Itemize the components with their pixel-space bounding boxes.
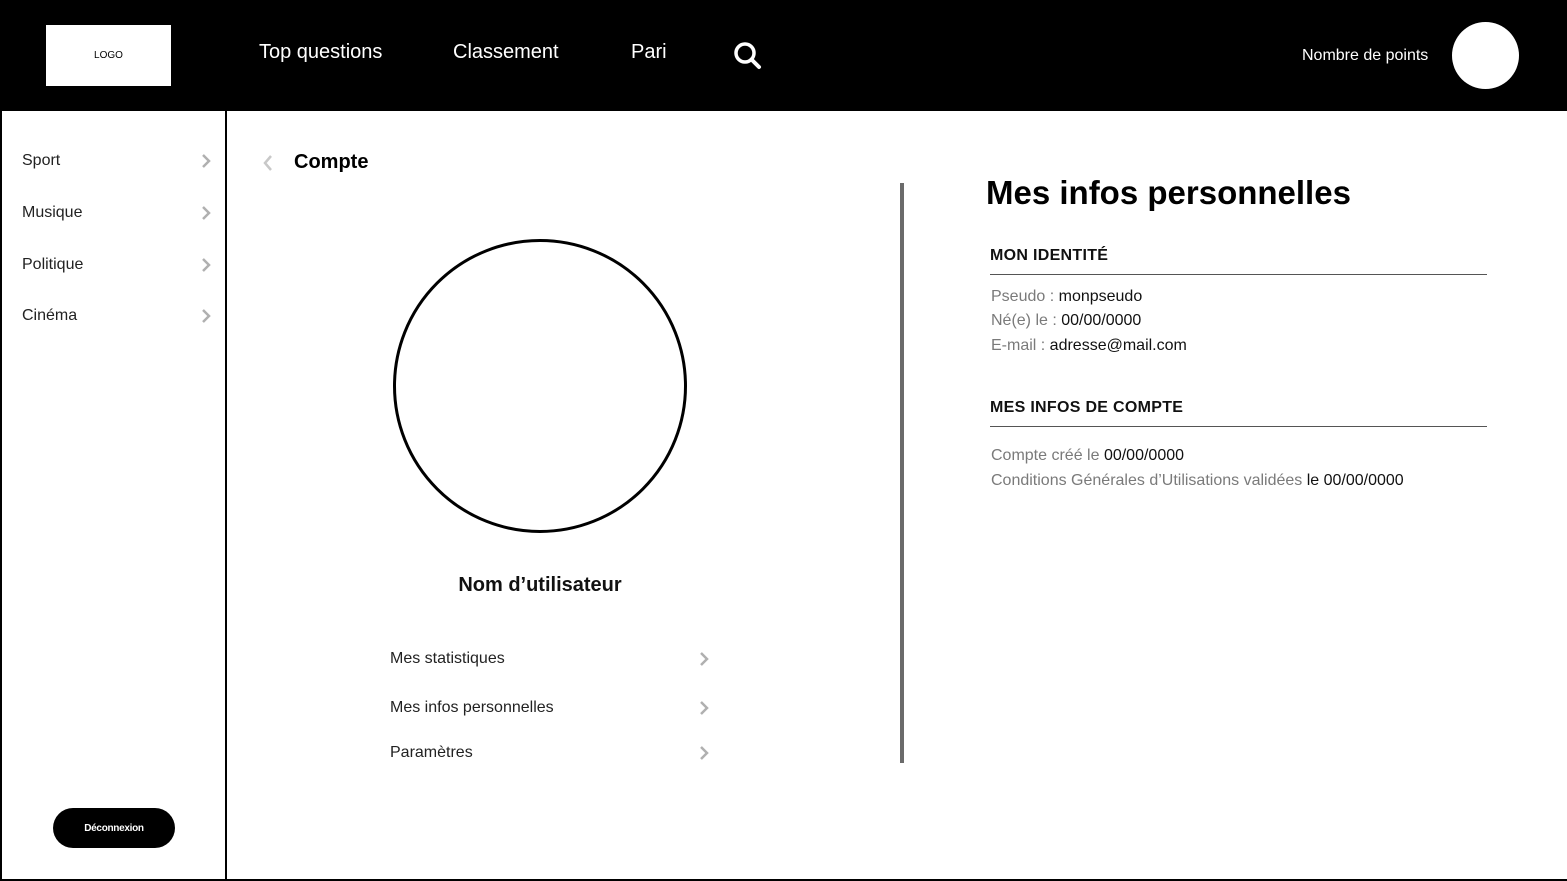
identity-heading: MON IDENTITÉ xyxy=(990,247,1109,264)
chevron-right-icon xyxy=(700,701,709,715)
pseudo-row: Pseudo : monpseudo xyxy=(991,288,1142,306)
account-info-divider xyxy=(990,426,1487,427)
sidebar-item-label: Politique xyxy=(22,256,84,273)
birthdate-row: Né(e) le : 00/00/0000 xyxy=(991,312,1141,330)
created-value: 00/00/0000 xyxy=(1103,447,1185,464)
sidebar-item-cinema[interactable]: Cinéma xyxy=(22,301,212,331)
chevron-right-icon xyxy=(202,309,211,323)
chevron-right-icon xyxy=(202,258,211,272)
sidebar-item-label: Sport xyxy=(22,152,61,169)
chevron-right-icon xyxy=(700,652,709,666)
section-title: Mes infos personnelles xyxy=(986,174,1351,211)
vertical-divider xyxy=(900,183,904,763)
cgu-label: Conditions Générales d’Utilisations vali… xyxy=(991,472,1307,489)
created-label: Compte créé le xyxy=(991,447,1104,464)
sidebar: Sport Musique Politique Cinéma Déconnexi… xyxy=(0,111,227,881)
sidebar-item-musique[interactable]: Musique xyxy=(22,198,212,228)
email-row: E-mail : adresse@mail.com xyxy=(991,337,1187,355)
menu-item-infos-personnelles[interactable]: Mes infos personnelles xyxy=(390,695,710,721)
sidebar-item-label: Musique xyxy=(22,204,83,221)
sidebar-item-label: Cinéma xyxy=(22,307,78,324)
menu-item-label: Mes infos personnelles xyxy=(390,699,554,716)
points-label: Nombre de points xyxy=(1302,47,1429,64)
logo[interactable]: LOGO xyxy=(46,25,171,86)
cgu-value: le 00/00/0000 xyxy=(1306,472,1404,489)
chevron-right-icon xyxy=(202,206,211,220)
profile-picture[interactable] xyxy=(393,239,687,533)
nav-classement[interactable]: Classement xyxy=(453,41,559,64)
pseudo-value: monpseudo xyxy=(1058,288,1143,305)
email-value: adresse@mail.com xyxy=(1049,337,1187,354)
page-title: Compte xyxy=(294,151,369,173)
nav-pari[interactable]: Pari xyxy=(631,41,667,64)
avatar[interactable] xyxy=(1452,22,1519,89)
account-info-heading: MES INFOS DE COMPTE xyxy=(990,399,1184,416)
birthdate-label: Né(e) le : xyxy=(991,312,1062,329)
menu-item-parametres[interactable]: Paramètres xyxy=(390,740,710,766)
created-row: Compte créé le 00/00/0000 xyxy=(991,447,1184,465)
menu-item-label: Paramètres xyxy=(390,744,473,761)
search-icon[interactable] xyxy=(732,40,762,70)
menu-item-label: Mes statistiques xyxy=(390,650,505,667)
pseudo-label: Pseudo : xyxy=(991,288,1059,305)
logout-button[interactable]: Déconnexion xyxy=(53,808,175,848)
chevron-right-icon xyxy=(202,154,211,168)
birthdate-value: 00/00/0000 xyxy=(1061,312,1142,329)
chevron-right-icon xyxy=(700,746,709,760)
sidebar-item-politique[interactable]: Politique xyxy=(22,250,212,280)
menu-item-statistiques[interactable]: Mes statistiques xyxy=(390,646,710,672)
username: Nom d’utilisateur xyxy=(458,574,622,596)
top-header: LOGO Top questions Classement Pari Nombr… xyxy=(0,0,1567,111)
email-label: E-mail : xyxy=(991,337,1050,354)
chevron-left-icon[interactable] xyxy=(262,154,274,172)
cgu-row: Conditions Générales d’Utilisations vali… xyxy=(991,472,1404,490)
sidebar-item-sport[interactable]: Sport xyxy=(22,146,212,176)
nav-top-questions[interactable]: Top questions xyxy=(259,41,382,64)
identity-divider xyxy=(990,274,1487,275)
